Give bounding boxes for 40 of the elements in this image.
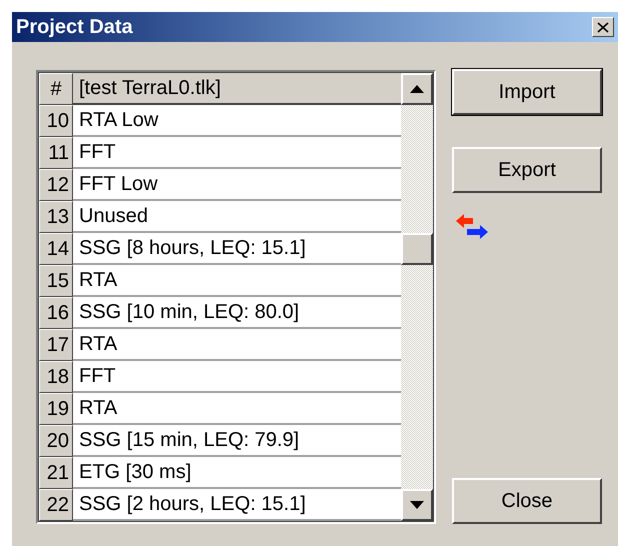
row-number[interactable]: 14	[39, 233, 73, 265]
table-cell[interactable]: Unused	[73, 201, 401, 233]
close-button[interactable]	[592, 17, 614, 37]
table-cell[interactable]: RTA Low	[73, 105, 401, 137]
up-arrow-icon	[410, 85, 424, 93]
close-icon	[597, 22, 609, 32]
export-button[interactable]: Export	[452, 147, 602, 193]
table-cell[interactable]: FFT	[73, 137, 401, 169]
row-number[interactable]: 20	[39, 425, 73, 457]
scroll-up-button[interactable]	[401, 73, 433, 105]
table-cell[interactable]: SSG [8 hours, LEQ: 15.1]	[73, 233, 401, 265]
table-cell[interactable]: FFT Low	[73, 169, 401, 201]
row-number[interactable]: 17	[39, 329, 73, 361]
table-cell[interactable]: RTA	[73, 329, 401, 361]
table-cell[interactable]: ETG [30 ms]	[73, 457, 401, 489]
scrollbar[interactable]	[401, 73, 433, 521]
row-number[interactable]: 12	[39, 169, 73, 201]
row-number[interactable]: 15	[39, 265, 73, 297]
window-title: Project Data	[16, 16, 133, 38]
row-number[interactable]: 21	[39, 457, 73, 489]
swap-arrows-icon	[455, 213, 489, 241]
scroll-thumb[interactable]	[401, 233, 433, 265]
row-number[interactable]: 13	[39, 201, 73, 233]
row-number[interactable]: 19	[39, 393, 73, 425]
row-number[interactable]: 18	[39, 361, 73, 393]
table-cell[interactable]: SSG [15 min, LEQ: 79.9]	[73, 425, 401, 457]
scroll-down-button[interactable]	[401, 489, 433, 521]
row-number[interactable]: 22	[39, 489, 73, 521]
row-number[interactable]: 10	[39, 105, 73, 137]
row-number[interactable]: 11	[39, 137, 73, 169]
column-header: #	[39, 73, 73, 105]
table-cell[interactable]: SSG [2 hours, LEQ: 15.1]	[73, 489, 401, 521]
table-cell[interactable]: SSG [10 min, LEQ: 80.0]	[73, 297, 401, 329]
row-number[interactable]: 16	[39, 297, 73, 329]
import-button[interactable]: Import	[452, 69, 602, 115]
table-cell[interactable]: FFT	[73, 361, 401, 393]
down-arrow-icon	[410, 501, 424, 509]
table-cell[interactable]: RTA	[73, 265, 401, 297]
close-dialog-button[interactable]: Close	[452, 478, 602, 524]
table-cell[interactable]: RTA	[73, 393, 401, 425]
